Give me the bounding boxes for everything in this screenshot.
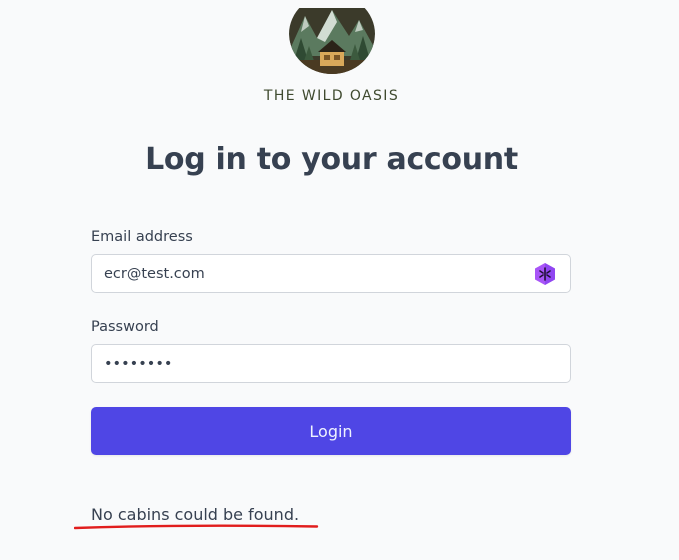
password-label: Password — [91, 319, 159, 335]
email-field-wrapper — [91, 254, 571, 293]
login-page: THE WILD OASIS Log in to your account Em… — [0, 0, 679, 560]
page-title: Log in to your account — [145, 142, 518, 177]
login-button[interactable]: Login — [91, 407, 571, 455]
email-label: Email address — [91, 229, 193, 245]
status-message: No cabins could be found. — [91, 505, 300, 524]
password-input[interactable] — [92, 345, 522, 382]
email-input[interactable] — [92, 255, 522, 292]
password-manager-icon[interactable] — [533, 262, 557, 286]
password-field-wrapper — [91, 344, 571, 383]
red-underline-annotation — [74, 524, 319, 530]
brand-name: THE WILD OASIS — [263, 88, 400, 104]
logo — [289, 8, 375, 74]
login-form: Email address Password Login — [91, 229, 571, 455]
